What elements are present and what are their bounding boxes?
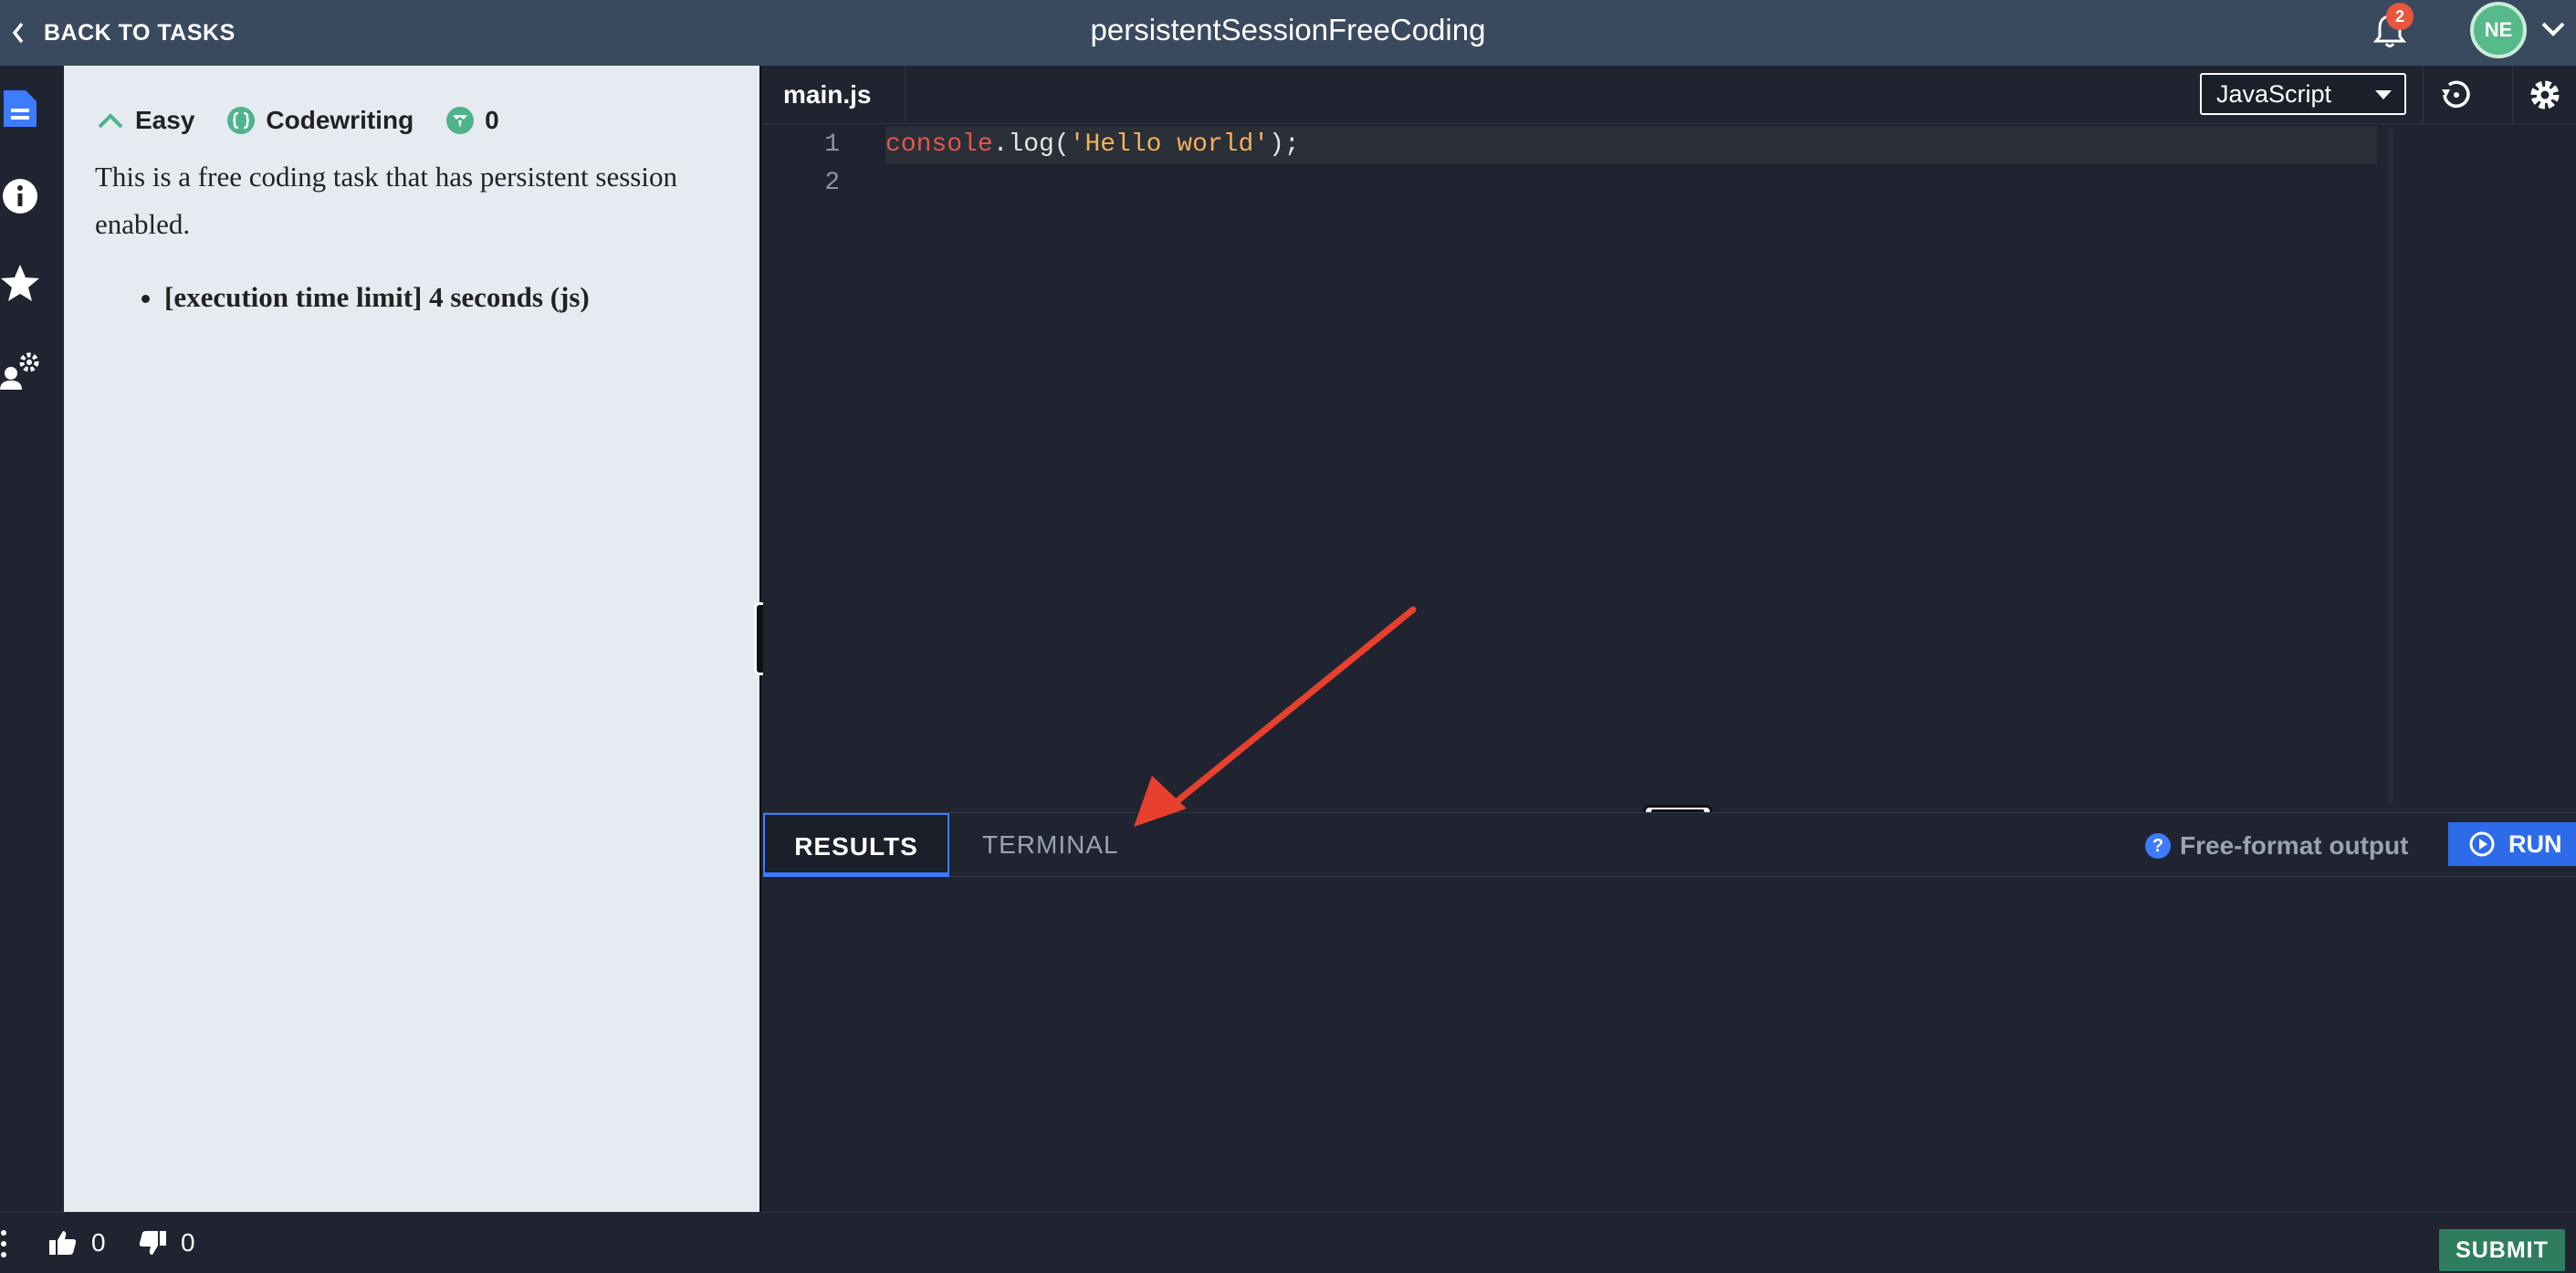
code-area[interactable]: 1 console.log('Hello world'); 2 bbox=[763, 126, 2576, 812]
line-number: 1 bbox=[824, 130, 840, 159]
language-label: JavaScript bbox=[2216, 80, 2332, 108]
difficulty-badge: Easy bbox=[95, 105, 194, 136]
sidebar-item-info[interactable] bbox=[0, 153, 64, 239]
side-nav bbox=[0, 66, 64, 1212]
language-select[interactable]: JavaScript bbox=[2200, 73, 2406, 115]
thumbs-up-icon bbox=[49, 1231, 77, 1255]
info-icon bbox=[3, 179, 37, 214]
task-type-label: Codewriting bbox=[266, 106, 414, 134]
sidebar-item-description[interactable] bbox=[0, 66, 64, 151]
output-format-help[interactable]: ? Free-format output bbox=[2145, 826, 2408, 866]
difficulty-label: Easy bbox=[135, 106, 195, 134]
back-to-tasks-label: BACK TO TASKS bbox=[44, 19, 236, 46]
coin-icon bbox=[446, 107, 475, 134]
file-tab-main-js[interactable]: main.js bbox=[763, 66, 906, 124]
task-description-panel: Easy Codewriting 0 This is a free coding… bbox=[64, 66, 761, 1212]
task-description-text: This is a free coding task that has pers… bbox=[95, 161, 677, 240]
dislike-count: 0 bbox=[181, 1228, 195, 1257]
back-to-tasks-button[interactable]: BACK TO TASKS bbox=[11, 0, 236, 66]
question-icon: ? bbox=[2145, 833, 2171, 859]
top-bar: BACK TO TASKS persistentSessionFreeCodin… bbox=[0, 0, 2576, 66]
run-button[interactable]: RUN bbox=[2448, 822, 2576, 866]
notifications-badge: 2 bbox=[2386, 3, 2414, 30]
editor-settings-button[interactable] bbox=[2512, 66, 2576, 124]
braces-icon bbox=[227, 107, 256, 134]
chevron-left-icon bbox=[12, 22, 24, 44]
more-vertical-icon[interactable] bbox=[0, 1226, 9, 1262]
constraints-list: [execution time limit] 4 seconds (js) bbox=[164, 274, 730, 321]
caret-down-icon bbox=[2375, 90, 2392, 99]
thumbs-down-icon bbox=[139, 1231, 166, 1255]
score-value: 0 bbox=[485, 106, 499, 134]
history-icon bbox=[2441, 80, 2470, 108]
editor-scrollbar[interactable] bbox=[2388, 130, 2393, 805]
code-line: 2 bbox=[763, 164, 2576, 203]
user-avatar[interactable]: NE bbox=[2470, 2, 2527, 58]
results-panel: RESULTS TERMINAL ? Free-format output RU… bbox=[763, 812, 2576, 1212]
code-editor-panel: main.js JavaScript 1 console.log('Hello … bbox=[763, 66, 2576, 812]
footer-bar: 0 0 SUBMIT bbox=[0, 1212, 2576, 1272]
code-line: 1 console.log('Hello world'); bbox=[763, 126, 2576, 164]
document-icon bbox=[4, 90, 37, 127]
tab-terminal[interactable]: TERMINAL bbox=[982, 813, 1119, 877]
like-button[interactable]: 0 bbox=[47, 1213, 106, 1273]
output-format-label: Free-format output bbox=[2180, 831, 2409, 860]
play-circle-icon bbox=[2469, 831, 2495, 857]
like-count: 0 bbox=[91, 1228, 106, 1257]
user-gear-icon bbox=[0, 352, 39, 390]
task-meta: Easy Codewriting 0 bbox=[95, 93, 499, 148]
sidebar-item-settings[interactable] bbox=[0, 329, 64, 414]
constraint-item: [execution time limit] 4 seconds (js) bbox=[164, 274, 730, 321]
tab-results[interactable]: RESULTS bbox=[763, 813, 949, 877]
chevron-down-icon[interactable] bbox=[2539, 18, 2567, 40]
task-type-badge: Codewriting bbox=[225, 105, 414, 136]
submit-button[interactable]: SUBMIT bbox=[2439, 1229, 2565, 1271]
code-line-content[interactable]: console.log('Hello world'); bbox=[885, 126, 2377, 164]
line-number: 2 bbox=[824, 169, 840, 197]
gear-icon bbox=[2530, 80, 2559, 110]
sidebar-item-favorite[interactable] bbox=[0, 241, 64, 327]
reset-code-button[interactable] bbox=[2423, 66, 2487, 124]
run-label: RUN bbox=[2508, 830, 2562, 858]
dislike-button[interactable]: 0 bbox=[137, 1213, 195, 1273]
chevron-up-icon bbox=[98, 113, 123, 129]
star-icon bbox=[1, 265, 39, 301]
editor-tab-bar: main.js JavaScript bbox=[763, 66, 2576, 124]
page-title: persistentSessionFreeCoding bbox=[1090, 13, 1486, 47]
score-badge: 0 bbox=[445, 105, 499, 136]
results-tab-bar: RESULTS TERMINAL ? Free-format output RU… bbox=[763, 813, 2576, 877]
